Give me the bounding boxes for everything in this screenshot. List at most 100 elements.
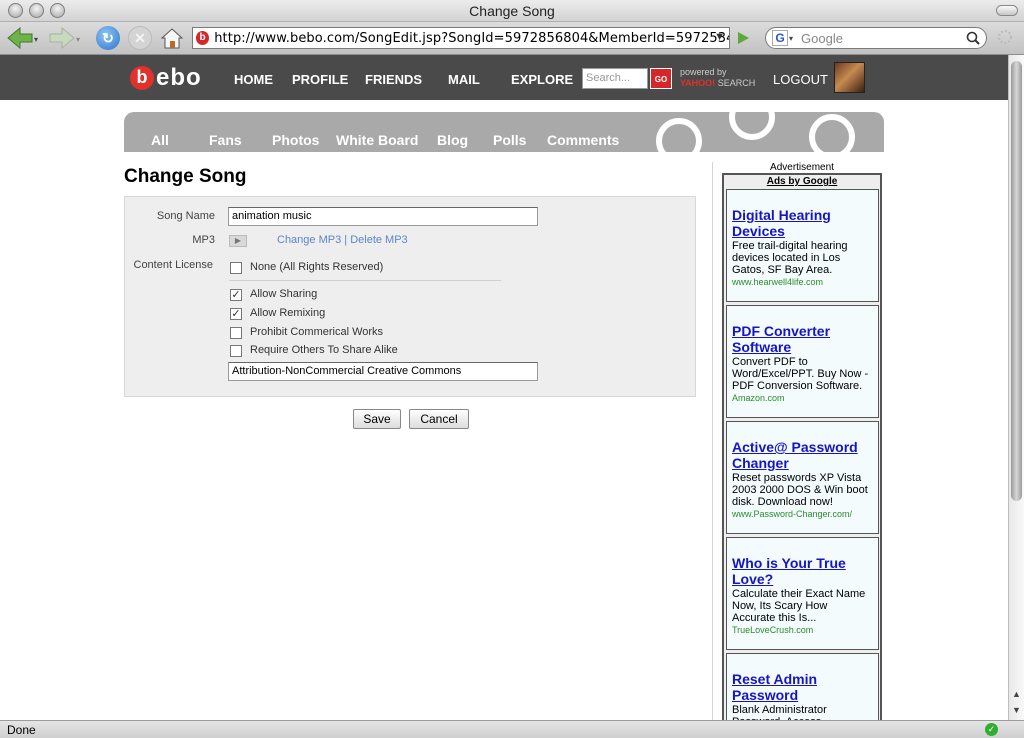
svg-text:▾: ▾ (76, 35, 80, 44)
cancel-button[interactable]: Cancel (409, 409, 469, 429)
tab-polls[interactable]: Polls (493, 132, 526, 148)
change-mp3-link[interactable]: Change MP3 (277, 234, 341, 246)
ad-title[interactable]: Digital Hearing Devices (732, 207, 873, 239)
ad-description: Calculate their Exact Name Now, Its Scar… (732, 588, 866, 624)
share-alike-checkbox[interactable] (230, 345, 242, 357)
svg-text:▾: ▾ (34, 35, 38, 44)
profile-tabs-bar: All Fans Photos White Board Blog Polls C… (124, 112, 884, 152)
bebo-logo-mark: b (130, 66, 154, 90)
ad-item[interactable]: Digital Hearing Devices Free trail-digit… (726, 189, 879, 302)
nav-explore[interactable]: EXPLORE (511, 72, 573, 87)
prohibit-commercial-label: Prohibit Commerical Works (250, 326, 384, 338)
checkmark-icon: ✓ (985, 723, 998, 736)
loading-spinner-icon (998, 30, 1012, 44)
site-header: b ebo HOME PROFILE FRIENDS MAIL EXPLORE … (0, 55, 1008, 100)
play-mp3-button[interactable]: ▶ (229, 235, 247, 247)
scroll-down-arrow-icon[interactable]: ▼ (1012, 705, 1021, 715)
mp3-actions: Change MP3 | Delete MP3 (277, 234, 408, 246)
tab-photos[interactable]: Photos (272, 132, 319, 148)
yahoo-text: YAHOO! (680, 78, 716, 88)
headphones-decoration-icon (656, 118, 702, 152)
site-search-input[interactable]: Search... (582, 68, 648, 89)
tab-all[interactable]: All (151, 132, 169, 148)
ad-item[interactable]: Active@ Password Changer Reset passwords… (726, 421, 879, 534)
prohibit-commercial-checkbox[interactable] (230, 327, 242, 339)
browser-search-box[interactable]: G ▾ Google (765, 27, 987, 49)
change-song-form: Song Name animation music MP3 ▶ Change M… (124, 196, 696, 397)
ad-url[interactable]: www.hearwell4life.com (732, 277, 873, 287)
ad-description: Reset passwords XP Vista 2003 2000 DOS &… (732, 472, 868, 508)
song-name-input[interactable]: animation music (228, 207, 538, 226)
search-word: SEARCH (717, 78, 756, 88)
title-bar: Change Song (0, 0, 1024, 22)
magnifier-icon[interactable] (966, 31, 980, 45)
bebo-logo[interactable]: b ebo (130, 64, 202, 92)
sidebar-divider (712, 162, 713, 722)
site-favicon-icon: b (196, 31, 210, 45)
tab-blog[interactable]: Blog (437, 132, 468, 148)
ad-title[interactable]: Who is Your True Love? (732, 555, 873, 587)
ad-item[interactable]: PDF Converter Software Convert PDF to Wo… (726, 305, 879, 418)
stop-button[interactable]: ✕ (128, 26, 152, 50)
advertisement-label: Advertisement (770, 162, 834, 173)
tab-fans[interactable]: Fans (209, 132, 242, 148)
page-title: Change Song (124, 166, 247, 187)
browser-window: Change Song ▾ ▾ ↻ ✕ b http://www.bebo.co… (0, 0, 1024, 738)
scroll-up-arrow-icon[interactable]: ▲ (1012, 689, 1021, 699)
chevron-down-icon[interactable]: ▼ (714, 31, 725, 43)
reload-button[interactable]: ↻ (96, 26, 120, 50)
logout-link[interactable]: LOGOUT (773, 72, 828, 87)
tab-comments[interactable]: Comments (547, 132, 619, 148)
search-placeholder: Google (801, 30, 843, 46)
headphones-decoration-icon (729, 112, 775, 140)
ad-title[interactable]: Reset Admin Password (732, 671, 873, 703)
window-title: Change Song (469, 3, 555, 19)
play-arrow-icon (738, 32, 749, 44)
user-avatar[interactable] (834, 62, 865, 93)
ad-url[interactable]: www.Password-Changer.com/ (732, 509, 873, 519)
back-button[interactable]: ▾ (6, 26, 40, 50)
ad-description: Convert PDF to Word/Excel/PPT. Buy Now -… (732, 356, 869, 392)
ad-url[interactable]: TrueLoveCrush.com (732, 625, 873, 635)
ad-item[interactable]: Who is Your True Love? Calculate their E… (726, 537, 879, 650)
forward-arrow-icon: ▾ (49, 27, 80, 49)
ad-title[interactable]: Active@ Password Changer (732, 439, 873, 471)
license-result-field: Attribution-NonCommercial Creative Commo… (228, 362, 538, 381)
nav-mail[interactable]: MAIL (448, 72, 480, 87)
chevron-down-icon[interactable]: ▾ (789, 34, 793, 43)
go-button[interactable] (734, 26, 752, 50)
allow-remixing-checkbox[interactable]: ✓ (230, 308, 242, 320)
toolbar-toggle-button[interactable] (996, 5, 1018, 16)
ads-by-google-link[interactable]: Ads by Google (724, 175, 880, 189)
nav-home[interactable]: HOME (234, 72, 273, 87)
vertical-scrollbar[interactable]: ▲ ▼ (1008, 55, 1024, 720)
back-arrow-icon: ▾ (7, 27, 38, 49)
ad-title[interactable]: PDF Converter Software (732, 323, 873, 355)
forward-button[interactable]: ▾ (48, 26, 82, 50)
status-text: Done (7, 723, 36, 737)
save-button[interactable]: Save (353, 409, 401, 429)
mp3-label: MP3 (192, 234, 215, 246)
address-bar[interactable]: b http://www.bebo.com/SongEdit.jsp?SongI… (192, 27, 730, 49)
scroll-thumb[interactable] (1011, 61, 1022, 501)
google-icon: G (772, 30, 788, 46)
browser-toolbar: ▾ ▾ ↻ ✕ b http://www.bebo.com/SongEdit.j… (0, 22, 1024, 55)
license-none-checkbox[interactable] (230, 262, 242, 274)
home-button[interactable] (160, 26, 184, 50)
headphones-decoration-icon (809, 114, 855, 152)
reload-icon: ↻ (96, 26, 120, 50)
tab-white-board[interactable]: White Board (336, 132, 418, 148)
bebo-logo-text: ebo (156, 64, 202, 91)
nav-profile[interactable]: PROFILE (292, 72, 348, 87)
ads-panel: Ads by Google Digital Hearing Devices Fr… (722, 173, 882, 738)
nav-friends[interactable]: FRIENDS (365, 72, 422, 87)
url-text: http://www.bebo.com/SongEdit.jsp?SongId=… (214, 30, 729, 46)
powered-by-text: powered by (680, 67, 727, 77)
status-bar: Done ✓ (0, 720, 1024, 738)
allow-sharing-checkbox[interactable]: ✓ (230, 289, 242, 301)
home-icon (160, 28, 184, 49)
powered-by-yahoo: powered by YAHOO! SEARCH (680, 67, 755, 89)
site-search-go-button[interactable]: GO (650, 68, 672, 89)
ad-url[interactable]: Amazon.com (732, 393, 873, 403)
delete-mp3-link[interactable]: Delete MP3 (350, 234, 407, 246)
